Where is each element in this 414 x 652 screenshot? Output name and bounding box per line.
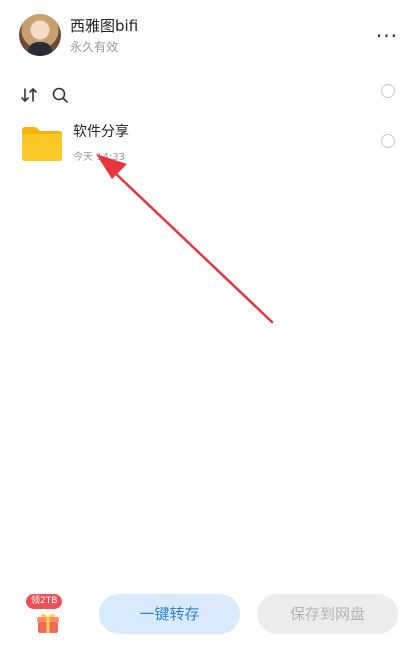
file-modified-time: 今天 14:33	[73, 152, 125, 163]
file-list-item[interactable]: 软件分享 今天 14:33	[0, 118, 414, 170]
file-toolbar	[0, 80, 414, 110]
file-name: 软件分享	[73, 124, 129, 140]
gift-badge: 领2TB	[26, 594, 63, 609]
user-avatar[interactable]	[19, 14, 61, 56]
more-menu-icon[interactable]: ···	[376, 24, 398, 48]
one-click-save-button[interactable]: 一键转存	[99, 594, 240, 634]
save-to-disk-button[interactable]: 保存到网盘	[257, 594, 398, 634]
gift-promo[interactable]: 领2TB	[24, 594, 74, 644]
gift-icon	[37, 613, 59, 633]
folder-icon	[22, 127, 62, 161]
user-name: 西雅图bifi	[70, 17, 139, 35]
share-header: 西雅图bifi 永久有效 ···	[0, 0, 414, 72]
sort-icon[interactable]	[20, 86, 38, 104]
file-select-radio[interactable]	[381, 134, 395, 148]
select-all-radio[interactable]	[381, 84, 395, 98]
search-icon[interactable]	[51, 86, 69, 104]
share-validity: 永久有效	[70, 40, 119, 54]
bottom-action-bar: 领2TB 一键转存 保存到网盘	[0, 586, 414, 652]
